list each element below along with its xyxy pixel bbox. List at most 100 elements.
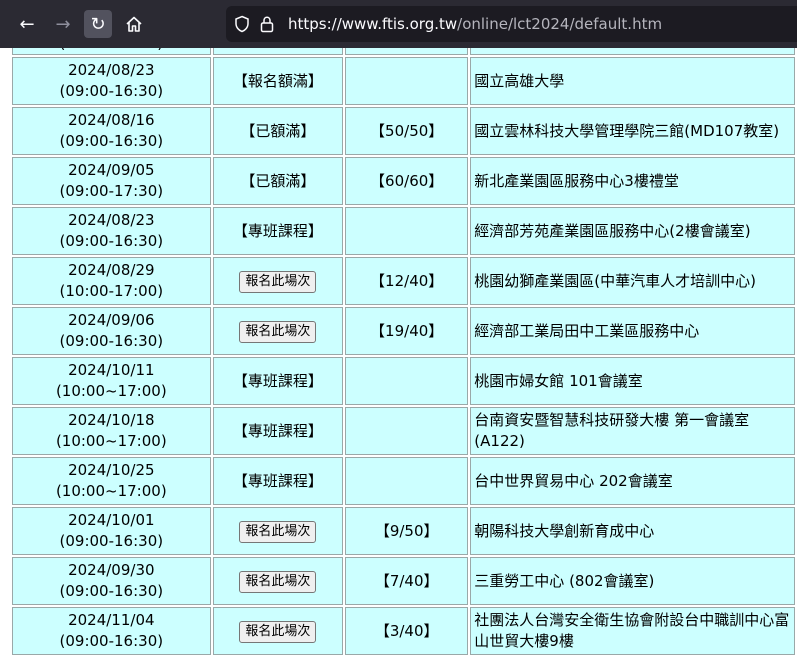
date-cell: 2024/10/25 (10:00~17:00) [12,457,211,505]
register-session-button[interactable]: 報名此場次 [239,620,317,643]
shield-icon[interactable] [234,15,250,37]
location-cell [470,48,795,55]
register-session-button[interactable]: 報名此場次 [239,570,317,593]
location-text: 桃園幼獅產業園區(中華汽車人才培訓中心) [474,271,757,290]
enrollment-count-cell: 【50/50】 [345,107,469,155]
location-cell: 國立雲林科技大學管理學院三館(MD107教室) [470,107,795,155]
enrollment-count-cell: 【19/40】 [345,307,469,355]
register-session-button[interactable]: 報名此場次 [239,270,317,293]
location-cell: 國立高雄大學 [470,57,795,105]
enrollment-count-cell: 【9/50】 [345,507,469,555]
location-text: 國立高雄大學 [474,71,565,90]
date-cell: 2024/10/11 (10:00~17:00) [12,357,211,405]
status-cell: 【專班課程】 [212,207,344,255]
session-time: (10:00~17:00) [55,482,167,500]
back-arrow-icon[interactable]: ← [13,10,41,38]
date-cell: (09:00-16:30) [12,48,211,55]
session-time: (09:00-16:30) [59,332,164,350]
location-text: 新北產業園區服務中心3樓禮堂 [474,171,679,190]
address-bar[interactable]: https://www.ftis.org.tw/online/lct2024/d… [226,6,797,42]
forward-arrow-icon[interactable]: → [49,10,77,38]
date-cell: 2024/08/23 (09:00-16:30) [12,207,211,255]
location-text: 國立雲林科技大學管理學院三館(MD107教室) [474,121,780,140]
status-cell [212,48,344,55]
enrollment-count: 【9/50】 [374,521,439,540]
session-date: 2024/08/23 [68,211,155,229]
session-date: 2024/08/29 [68,261,155,279]
session-date: 2024/10/11 [68,361,155,379]
location-cell: 經濟部工業局田中工業區服務中心 [470,307,795,355]
status-cell: 【報名額滿】 [212,57,344,105]
session-date: 2024/09/05 [68,161,155,179]
session-time: (09:00-16:30) [15,48,208,54]
status-cell: 報名此場次 [212,307,344,355]
table-row: 2024/08/23 (09:00-16:30) 【專班課程】 經濟部芳苑產業園區服務… [12,207,795,255]
enrollment-count: 【7/40】 [374,571,439,590]
location-text: 經濟部芳苑產業園區服務中心(2樓會議室) [474,221,751,240]
session-time: (09:00-16:30) [59,632,164,650]
location-text: 經濟部工業局田中工業區服務中心 [474,321,700,340]
session-time: (09:00-16:30) [59,532,164,550]
date-cell: 2024/09/30 (09:00-16:30) [12,557,211,605]
table-row: (09:00-16:30) [12,48,795,55]
url-text[interactable]: https://www.ftis.org.tw/online/lct2024/d… [288,15,662,33]
register-session-button[interactable]: 報名此場次 [239,520,317,543]
date-cell: 2024/10/01 (09:00-16:30) [12,507,211,555]
status-cell: 【已額滿】 [212,157,344,205]
enrollment-count-cell [345,357,469,405]
date-cell: 2024/09/06 (09:00-16:30) [12,307,211,355]
session-date: 2024/09/06 [68,311,155,329]
browser-toolbar: ← → ↻ https://www.ftis.org.tw/online/lct… [0,0,797,48]
session-date: 2024/11/04 [68,611,155,629]
location-text: 朝陽科技大學創新育成中心 [474,521,655,540]
home-icon[interactable] [120,10,148,38]
enrollment-count-cell: 【7/40】 [345,557,469,605]
register-session-button[interactable]: 報名此場次 [239,320,317,343]
status-text: 【已額滿】 [240,171,316,190]
session-date: 2024/08/23 [68,61,155,79]
enrollment-count-cell: 【60/60】 [345,157,469,205]
status-text: 【專班課程】 [232,221,323,240]
session-time: (10:00-17:00) [59,282,164,300]
status-text: 【專班課程】 [232,471,323,490]
location-cell: 朝陽科技大學創新育成中心 [470,507,795,555]
enrollment-count: 【50/50】 [370,121,444,140]
session-date: 2024/10/01 [68,511,155,529]
enrollment-count-cell [345,207,469,255]
location-text: 三重勞工中心 (802會議室) [474,571,655,590]
table-row: 2024/08/29 (10:00-17:00) 報名此場次 【12/40】 桃園幼獅產… [12,257,795,305]
date-cell: 2024/09/05 (09:00-17:30) [12,157,211,205]
location-cell: 桃園幼獅產業園區(中華汽車人才培訓中心) [470,257,795,305]
status-text: 【報名額滿】 [232,71,323,90]
session-date: 2024/08/16 [68,111,155,129]
enrollment-count-cell [345,407,469,455]
enrollment-count: 【19/40】 [370,321,444,340]
location-cell: 社團法人台灣安全衛生協會附設台中職訓中心富山世貿大樓9樓 [470,607,795,655]
session-date: 2024/10/18 [68,411,155,429]
status-cell: 報名此場次 [212,257,344,305]
enrollment-count-cell: 【3/40】 [345,607,469,655]
page-content: (09:00-16:30) 2024/08/23 (09:00-16:30) 【報名額… [0,48,797,657]
lock-icon[interactable] [260,15,274,37]
schedule-table: (09:00-16:30) 2024/08/23 (09:00-16:30) 【報名額… [10,48,797,657]
enrollment-count-cell: 【12/40】 [345,257,469,305]
table-row: 2024/11/04 (09:00-16:30) 報名此場次 【3/40】 社團法人台灣… [12,607,795,655]
table-row: 2024/10/25 (10:00~17:00) 【專班課程】 台中世界貿易中心 20… [12,457,795,505]
table-row: 2024/09/06 (09:00-16:30) 報名此場次 【19/40】 經濟部工業… [12,307,795,355]
session-time: (10:00~17:00) [55,432,167,450]
reload-icon[interactable]: ↻ [84,10,112,38]
status-cell: 【已額滿】 [212,107,344,155]
location-text: 台南資安暨智慧科技研發大樓 第一會議室(A122) [474,411,750,450]
enrollment-count-cell [345,457,469,505]
enrollment-count: 【3/40】 [374,621,439,640]
table-row: 2024/08/16 (09:00-16:30) 【已額滿】 【50/50】 國立雲林科… [12,107,795,155]
session-time: (09:00-16:30) [59,582,164,600]
location-text: 台中世界貿易中心 202會議室 [474,471,673,490]
date-cell: 2024/08/16 (09:00-16:30) [12,107,211,155]
enrollment-count: 【12/40】 [370,271,444,290]
status-cell: 報名此場次 [212,607,344,655]
date-cell: 2024/10/18 (10:00~17:00) [12,407,211,455]
table-row: 2024/09/05 (09:00-17:30) 【已額滿】 【60/60】 新北產業園… [12,157,795,205]
date-cell: 2024/08/29 (10:00-17:00) [12,257,211,305]
url-host: https://www.ftis.org.tw [288,15,458,33]
